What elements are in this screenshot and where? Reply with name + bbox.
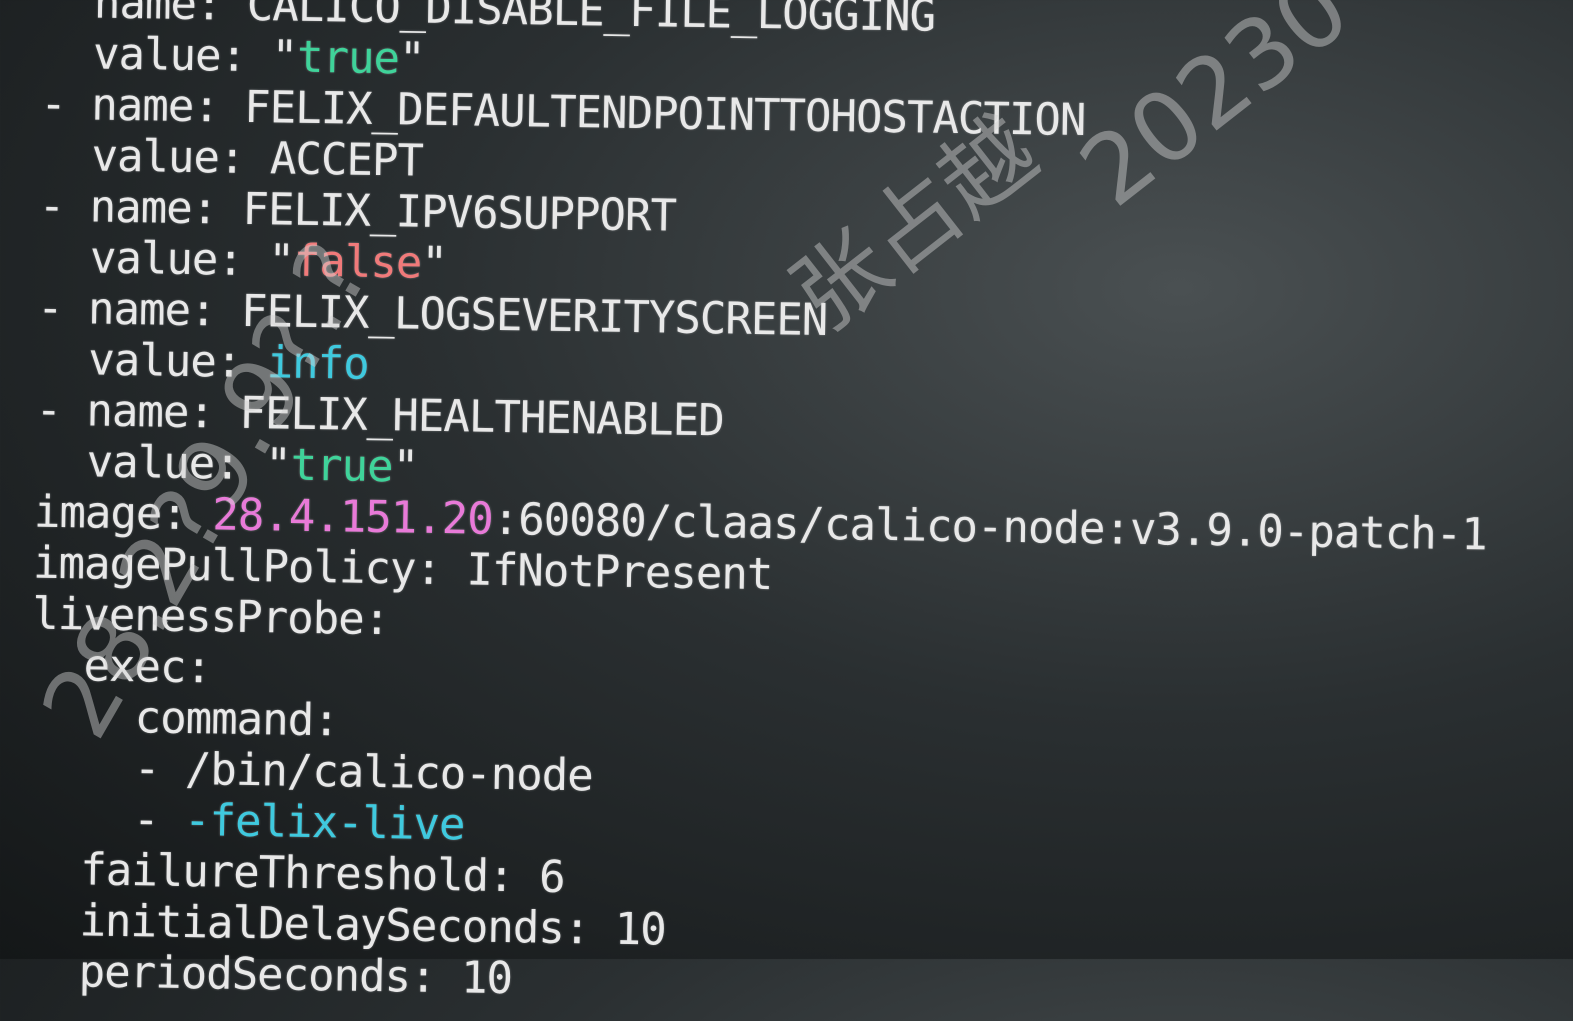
terminal-line: value: "true" bbox=[92, 28, 425, 85]
terminal-token: command: bbox=[134, 692, 340, 747]
terminal-line: command: bbox=[134, 692, 340, 747]
terminal-token: failureThreshold: 6 bbox=[79, 844, 566, 903]
terminal-line: failureThreshold: 6 bbox=[79, 844, 566, 903]
terminal-token: " bbox=[398, 33, 425, 85]
terminal-token: - bbox=[132, 794, 185, 846]
terminal-token: " bbox=[271, 31, 298, 83]
terminal-token: initialDelaySeconds: 10 bbox=[79, 895, 667, 956]
terminal-line: - /bin/calico-node bbox=[133, 743, 594, 802]
terminal-line: - name: FELIX_IPV6SUPPORT bbox=[38, 181, 676, 242]
terminal-token: " bbox=[392, 441, 419, 493]
terminal-line: initialDelaySeconds: 10 bbox=[79, 895, 667, 956]
terminal-line: - -felix-live bbox=[132, 794, 465, 851]
terminal-token: value: ACCEPT bbox=[91, 130, 424, 187]
terminal-token: -felix-live bbox=[183, 794, 465, 851]
terminal-token: periodSeconds: 10 bbox=[78, 946, 513, 1005]
terminal-token: value: bbox=[89, 232, 269, 287]
terminal-token: true bbox=[290, 439, 394, 493]
terminal-line: periodSeconds: 10 bbox=[78, 946, 513, 1005]
terminal-token: true bbox=[296, 31, 400, 85]
terminal-token: " bbox=[420, 237, 448, 290]
terminal-line: value: ACCEPT bbox=[91, 130, 424, 187]
terminal-token: value: bbox=[92, 28, 272, 83]
terminal-token: - /bin/calico-node bbox=[133, 743, 594, 802]
